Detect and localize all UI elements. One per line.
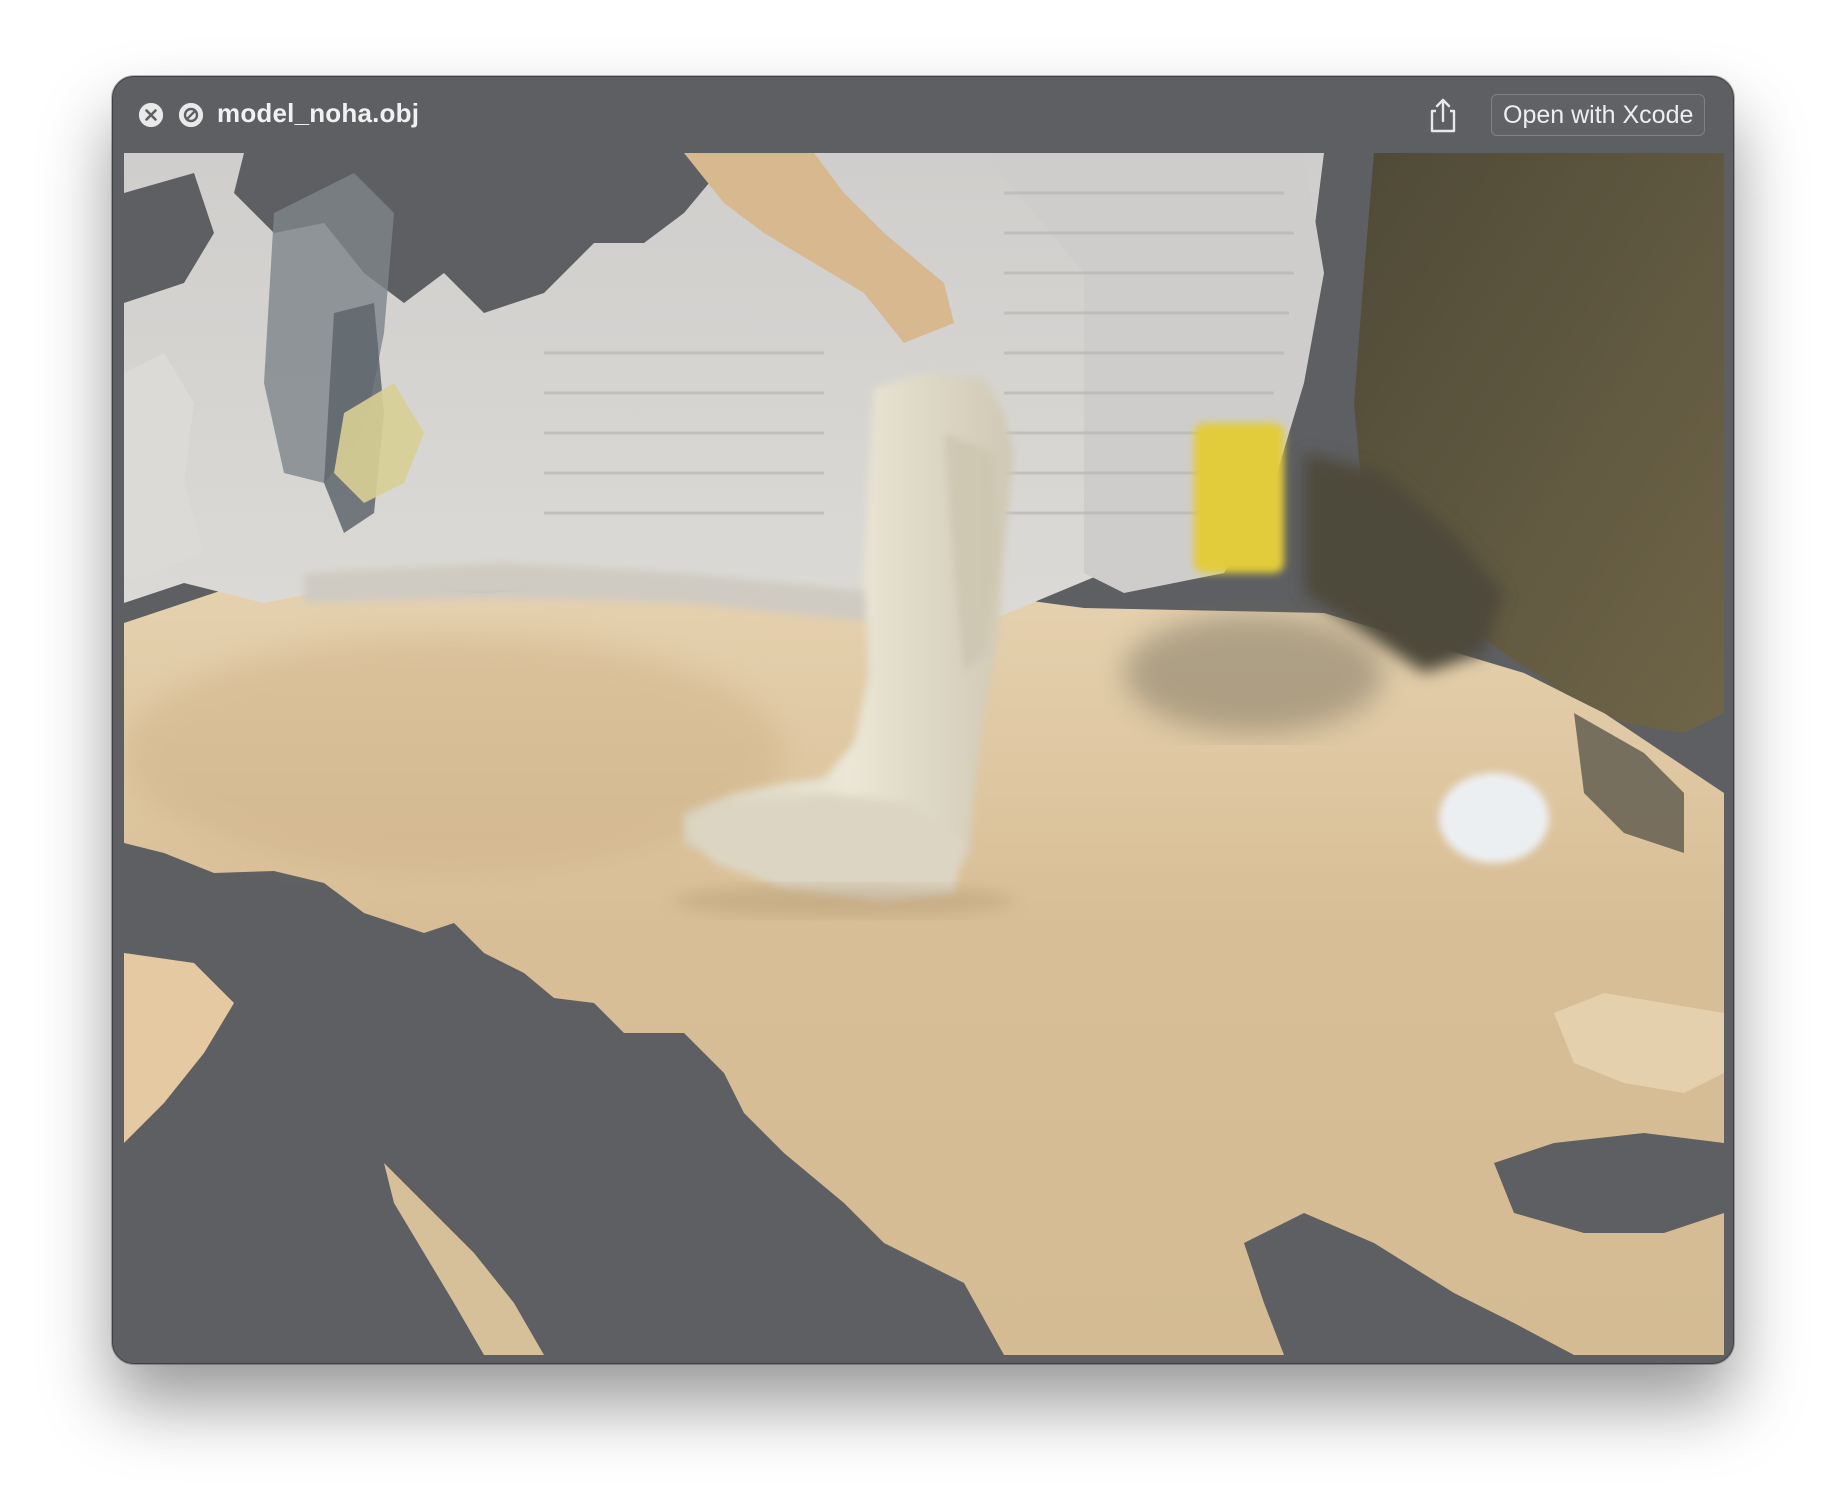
close-button[interactable] (139, 103, 163, 127)
share-icon (1430, 98, 1456, 133)
quicklook-window: model_noha.obj Open with Xcode (112, 76, 1734, 1364)
open-with-xcode-button[interactable]: Open with Xcode (1491, 94, 1706, 136)
share-button[interactable] (1425, 95, 1461, 135)
3d-model-viewport[interactable] (124, 153, 1724, 1355)
title-bar: model_noha.obj Open with Xcode (113, 77, 1733, 153)
slash-circle-icon (179, 103, 203, 127)
window-title: model_noha.obj (217, 98, 420, 128)
hide-button[interactable] (179, 103, 203, 127)
scanned-model-render (124, 153, 1724, 1355)
close-circle-icon (139, 103, 163, 127)
